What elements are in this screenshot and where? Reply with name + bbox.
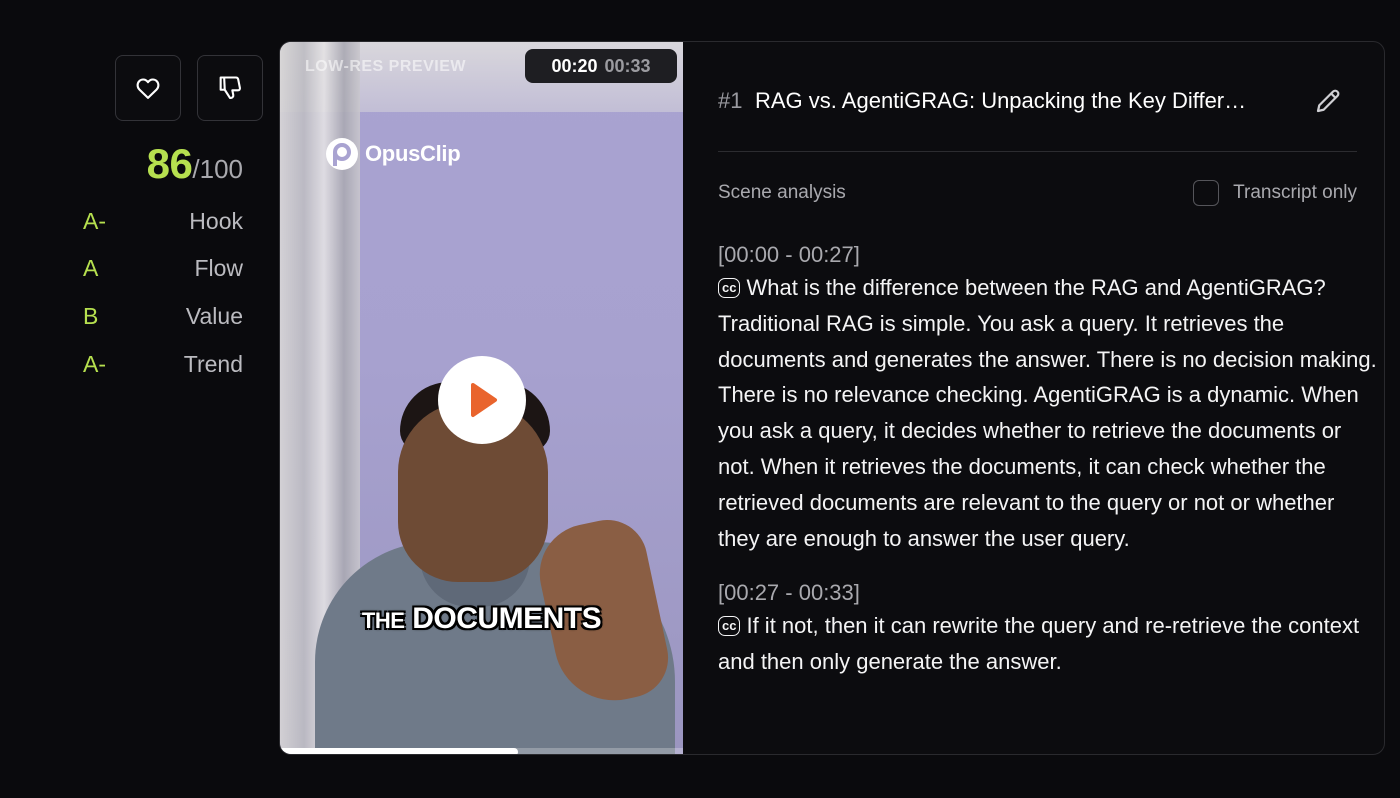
segment-text: What is the difference between the RAG a…: [718, 275, 1377, 551]
grade-label: Trend: [183, 351, 243, 377]
score-value: 86: [146, 140, 193, 187]
clip-score-panel: 86/100 A- Hook A Flow B Value A- Trend: [0, 0, 280, 798]
grade-row-value: B Value: [83, 303, 243, 333]
heart-icon: [136, 78, 160, 99]
grade-row-hook: A- Hook: [83, 208, 243, 238]
transcript-segment: [00:27 - 00:33] cc If it not, then it can…: [718, 578, 1378, 680]
pencil-icon: [1316, 89, 1340, 113]
video-progress-track[interactable]: [280, 748, 683, 754]
segment-time: [00:27 - 00:33]: [718, 580, 860, 606]
grade-letter: A-: [83, 351, 106, 377]
transcript-only-label: Transcript only: [1233, 182, 1357, 203]
grade-label: Hook: [189, 208, 243, 234]
grade-letter: B: [83, 303, 99, 329]
video-timer: 00:20 00:33: [525, 49, 677, 83]
clip-title: RAG vs. AgentiGRAG: Unpacking the Key Di…: [755, 88, 1247, 113]
caption-large-word: DOCUMENTS: [412, 602, 602, 635]
closed-caption-icon: cc: [718, 278, 741, 298]
transcript-segment: [00:00 - 00:27] cc What is the difference…: [718, 240, 1378, 556]
header-divider: [718, 151, 1357, 152]
caption-small-word: THE: [361, 608, 405, 633]
current-time: 00:20: [551, 55, 598, 76]
edit-title-button[interactable]: [1313, 86, 1343, 116]
video-player[interactable]: LOW-RES PREVIEW 00:20 00:33 OpusClip THE…: [280, 42, 683, 754]
score-total: /100: [192, 154, 243, 184]
grade-letter: A: [83, 255, 99, 281]
segment-text: If it not, then it can rewrite the query…: [718, 613, 1360, 675]
total-time: 00:33: [604, 55, 651, 76]
closed-caption-icon: cc: [718, 616, 741, 637]
clip-details: #1 RAG vs. AgentiGRAG: Unpacking the Key…: [683, 42, 1384, 754]
grade-label: Flow: [194, 255, 243, 281]
transcript-only-toggle[interactable]: Transcript only: [1193, 180, 1357, 206]
video-progress-fill: [280, 748, 518, 754]
segment-text-block: cc If it not, then it can rewrite the que…: [718, 608, 1378, 680]
transcript-list: [00:00 - 00:27] cc What is the difference…: [718, 240, 1378, 754]
brand-logo: OpusClip: [325, 137, 461, 171]
video-caption: THE DOCUMENTS: [280, 602, 683, 636]
grade-row-flow: A Flow: [83, 255, 243, 285]
grade-letter: A-: [83, 208, 106, 234]
grade-row-trend: A- Trend: [83, 351, 243, 381]
dislike-button[interactable]: [197, 55, 263, 121]
virality-score: 86/100: [147, 140, 243, 188]
brand-name: OpusClip: [365, 141, 461, 166]
segment-text-block: cc What is the difference between the RAG…: [718, 270, 1378, 556]
scene-analysis-label: Scene analysis: [718, 182, 846, 203]
play-icon: [471, 383, 497, 417]
clip-number: #1: [718, 88, 743, 113]
opusclip-logo-icon: [326, 138, 358, 170]
play-button[interactable]: [438, 356, 526, 444]
transcript-only-checkbox[interactable]: [1193, 180, 1220, 206]
like-button[interactable]: [115, 55, 181, 121]
preview-watermark: LOW-RES PREVIEW: [305, 58, 466, 75]
grade-label: Value: [185, 303, 243, 329]
segment-time: [00:00 - 00:27]: [718, 242, 860, 267]
clip-card: LOW-RES PREVIEW 00:20 00:33 OpusClip THE…: [279, 41, 1385, 755]
thumbs-down-icon: [219, 76, 241, 99]
